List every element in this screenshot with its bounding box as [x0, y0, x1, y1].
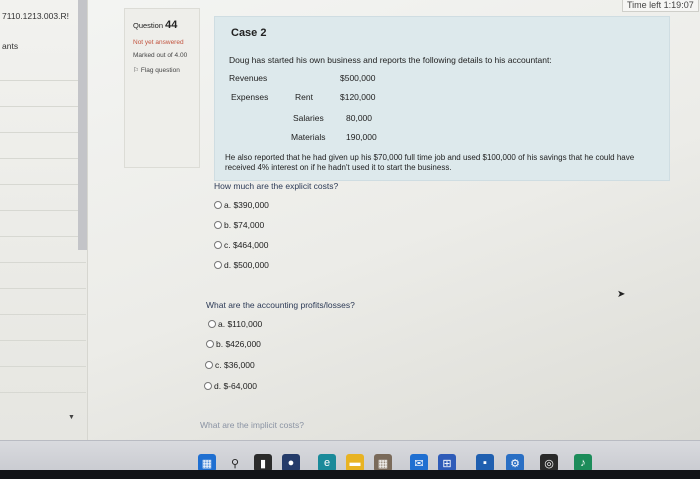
revenues-label: Revenues	[229, 73, 268, 83]
radio-icon[interactable]	[214, 201, 222, 209]
nav-row[interactable]	[0, 367, 86, 393]
radio-icon[interactable]	[214, 241, 222, 249]
option-explicit-d[interactable]: d. $500,000	[214, 260, 269, 270]
nav-rows	[0, 55, 86, 393]
nav-row[interactable]	[0, 237, 86, 263]
option-accounting-d[interactable]: d. $-64,000	[204, 381, 257, 391]
nav-row[interactable]	[0, 107, 86, 133]
nav-row[interactable]	[0, 55, 86, 81]
case-title: Case 2	[231, 27, 267, 39]
flag-label: Flag question	[140, 66, 180, 74]
option-accounting-b[interactable]: b. $426,000	[206, 339, 261, 349]
revenues-value: $500,000	[340, 73, 376, 83]
flag-icon: ⚐	[133, 66, 139, 74]
nav-row[interactable]	[0, 289, 86, 315]
salaries-value: 80,000	[346, 113, 372, 123]
salaries-label: Salaries	[293, 113, 324, 123]
flag-question-button[interactable]: ⚐ Flag question	[133, 67, 191, 75]
nav-label[interactable]: ants	[2, 41, 18, 51]
url-fragment: 7110.1213.003.R!	[2, 11, 69, 21]
materials-value: 190,000	[346, 132, 377, 142]
scroll-down-arrow-icon[interactable]: ▼	[68, 414, 75, 421]
option-explicit-c[interactable]: c. $464,000	[214, 240, 268, 250]
materials-label: Materials	[291, 132, 326, 142]
question-prefix: Question	[133, 21, 164, 30]
radio-icon[interactable]	[204, 382, 212, 390]
monitor-bezel	[0, 470, 700, 479]
nav-row[interactable]	[0, 133, 86, 159]
answer-status: Not yet answered	[133, 39, 184, 46]
case-intro: Doug has started his own business and re…	[229, 55, 552, 65]
radio-icon[interactable]	[208, 320, 216, 328]
nav-row[interactable]	[0, 211, 86, 237]
nav-row[interactable]	[0, 263, 86, 289]
option-accounting-c[interactable]: c. $36,000	[205, 360, 255, 370]
question-explicit-costs: How much are the explicit costs?	[214, 181, 339, 191]
vertical-scrollbar[interactable]	[78, 0, 87, 250]
question-implicit-costs: What are the implicit costs?	[200, 420, 304, 430]
nav-row[interactable]	[0, 341, 86, 367]
nav-row[interactable]	[0, 81, 86, 107]
expenses-label: Expenses	[231, 92, 269, 102]
mouse-cursor-icon: ➤	[617, 289, 626, 300]
radio-icon[interactable]	[214, 221, 222, 229]
option-explicit-a[interactable]: a. $390,000	[214, 200, 269, 210]
question-number-value: 44	[165, 19, 178, 31]
radio-icon[interactable]	[205, 361, 213, 369]
question-number: Question 44	[133, 19, 191, 31]
marked-out-of: Marked out of 4.00	[133, 52, 188, 60]
option-accounting-a[interactable]: a. $110,000	[208, 319, 262, 329]
question-content: Case 2 Doug has started his own business…	[200, 10, 676, 440]
radio-icon[interactable]	[206, 340, 214, 348]
rent-label: Rent	[295, 92, 313, 102]
case-box: Case 2 Doug has started his own business…	[214, 16, 670, 181]
nav-row[interactable]	[0, 159, 86, 185]
screen: 7110.1213.003.R! ants ▼ Time left 1:19:0…	[0, 0, 700, 440]
radio-icon[interactable]	[214, 261, 222, 269]
rent-value: $120,000	[340, 92, 376, 102]
question-info-panel: Question 44 Not yet answered Marked out …	[124, 8, 200, 168]
case-extra-info: He also reported that he had given up hi…	[225, 153, 635, 172]
nav-row[interactable]	[0, 315, 86, 341]
nav-row[interactable]	[0, 185, 86, 211]
left-navigation: 7110.1213.003.R! ants ▼	[0, 0, 88, 440]
question-accounting-profits: What are the accounting profits/losses?	[206, 300, 355, 310]
option-explicit-b[interactable]: b. $74,000	[214, 220, 264, 230]
